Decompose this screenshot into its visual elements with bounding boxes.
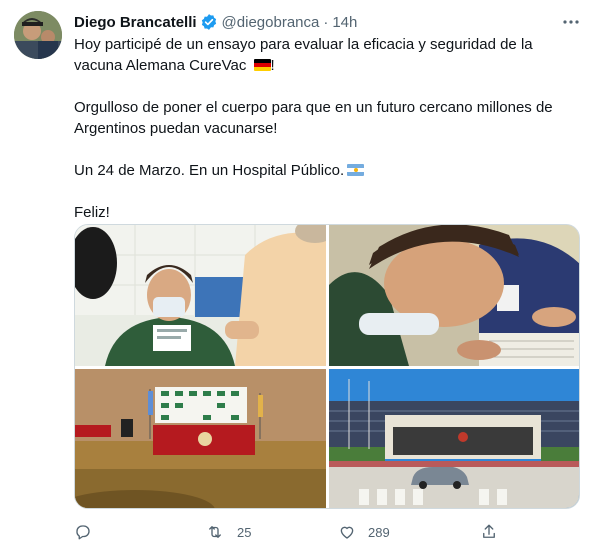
- argentina-flag-icon: [347, 164, 365, 176]
- paragraph-1-text: Hoy participé de un ensayo para evaluar …: [74, 36, 533, 74]
- photo-conference-room[interactable]: [75, 369, 326, 508]
- tweet-text: Hoy participé de un ensayo para evaluar …: [74, 34, 574, 223]
- avatar-image: [14, 11, 62, 59]
- tweet-paragraph-3: Un 24 de Marzo. En un Hospital Público.: [74, 160, 574, 181]
- more-icon[interactable]: [562, 13, 580, 31]
- reply-button[interactable]: [74, 518, 92, 546]
- separator: ·: [323, 13, 329, 31]
- tweet-paragraph-4: Feliz!: [74, 204, 110, 221]
- tweet-header: Diego Brancatelli @diegobranca · 14h: [74, 12, 357, 32]
- photo-signing-image: [329, 225, 579, 366]
- tweet-paragraph-1: Hoy participé de un ensayo para evaluar …: [74, 34, 574, 76]
- heart-icon: [340, 526, 354, 539]
- reply-icon: [76, 525, 90, 540]
- share-icon: [483, 524, 495, 538]
- germany-flag-icon: [253, 59, 271, 71]
- paragraph-1-end: !: [270, 57, 275, 74]
- handle[interactable]: @diegobranca: [222, 14, 320, 31]
- display-name[interactable]: Diego Brancatelli: [74, 14, 197, 31]
- photo-hospital-building[interactable]: [329, 369, 579, 508]
- retweet-count: 25: [237, 524, 252, 540]
- retweet-button[interactable]: 25: [205, 518, 251, 546]
- photo-signing-documents[interactable]: [329, 225, 579, 366]
- like-button[interactable]: 289: [338, 518, 390, 546]
- photo-hospital-image: [329, 369, 579, 508]
- photo-vaccination-image: [75, 225, 326, 366]
- tweet-paragraph-2: Orgulloso de poner el cuerpo para que en…: [74, 99, 553, 137]
- timestamp[interactable]: 14h: [332, 14, 357, 31]
- avatar[interactable]: [14, 11, 62, 59]
- tweet-actions: 25 289: [74, 518, 534, 546]
- retweet-icon: [209, 526, 221, 538]
- verified-badge-icon: [201, 14, 216, 30]
- share-button[interactable]: [480, 518, 498, 546]
- photo-room-image: [75, 369, 326, 508]
- media-grid: [74, 224, 580, 509]
- like-count: 289: [368, 524, 390, 540]
- photo-vaccination[interactable]: [75, 225, 326, 366]
- paragraph-3-text: Un 24 de Marzo. En un Hospital Público.: [74, 162, 345, 179]
